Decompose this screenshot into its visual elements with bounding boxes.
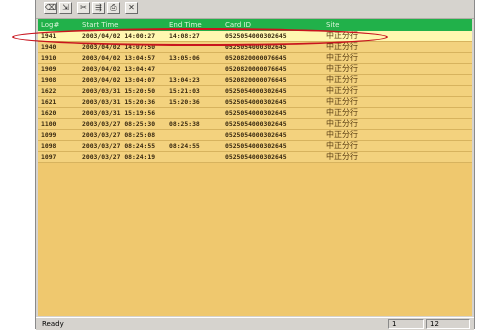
cell-log: 1940 [41, 43, 57, 51]
status-bar: Ready 1 12 [36, 317, 474, 330]
cell-end: 08:25:38 [169, 120, 200, 128]
table-row[interactable]: 1941 2003/04/02 14:00:27 14:08:27 052505400… [38, 31, 472, 42]
cell-log: 1099 [41, 131, 57, 139]
print-icon[interactable]: ⎙ [107, 2, 120, 14]
log-table: Log# Start Time End Time Card ID Site 19… [38, 19, 472, 316]
cell-end: 15:21:03 [169, 87, 200, 95]
cell-end: 15:20:36 [169, 98, 200, 106]
table-row[interactable]: 1098 2003/03/27 08:24:55 08:24:55 052505400… [38, 141, 472, 152]
cell-start: 2003/04/02 13:04:57 [82, 54, 156, 62]
cell-start: 2003/03/31 15:20:50 [82, 87, 156, 95]
table-row[interactable]: 1621 2003/03/31 15:20:36 15:20:36 052505400… [38, 97, 472, 108]
cell-site: 中正分行 [326, 53, 358, 62]
cut-icon[interactable]: ✂ [77, 2, 90, 14]
status-pane-2: 12 [426, 319, 470, 329]
cell-site: 中正分行 [326, 31, 358, 40]
cell-card: 0520820000076645 [225, 76, 287, 84]
cell-site: 中正分行 [326, 42, 358, 51]
cell-site: 中正分行 [326, 64, 358, 73]
cell-start: 2003/04/02 14:07:50 [82, 43, 156, 51]
cell-card: 0525054000302645 [225, 153, 287, 161]
cell-start: 2003/04/02 13:04:47 [82, 65, 156, 73]
status-pane-1: 1 [388, 319, 424, 329]
column-header-end[interactable]: End Time [169, 19, 202, 31]
cell-card: 0525054000302645 [225, 98, 287, 106]
toolbar: ⌫ ⇲ ✂ ⇶ ⎙ ✕ [36, 0, 474, 19]
cell-card: 0520820000076645 [225, 65, 287, 73]
cell-card: 0525054000302645 [225, 120, 287, 128]
table-row[interactable]: 1622 2003/03/31 15:20:50 15:21:03 052505400… [38, 86, 472, 97]
cell-site: 中正分行 [326, 97, 358, 106]
cell-site: 中正分行 [326, 86, 358, 95]
cell-site: 中正分行 [326, 152, 358, 161]
cell-site: 中正分行 [326, 108, 358, 117]
table-row[interactable]: 1099 2003/03/27 08:25:08 0525054000302645 中… [38, 130, 472, 141]
cell-end: 13:05:06 [169, 54, 200, 62]
cell-site: 中正分行 [326, 130, 358, 139]
table-row[interactable]: 1908 2003/04/02 13:04:07 13:04:23 052082000… [38, 75, 472, 86]
cell-start: 2003/04/02 13:04:07 [82, 76, 156, 84]
column-header-site[interactable]: Site [326, 19, 339, 31]
table-row[interactable]: 1620 2003/03/31 15:19:56 0525054000302645 中… [38, 108, 472, 119]
cell-start: 2003/03/27 08:24:55 [82, 142, 156, 150]
cell-card: 0525054000302645 [225, 142, 287, 150]
table-row[interactable]: 1910 2003/04/02 13:04:57 13:05:06 052082000… [38, 53, 472, 64]
cell-end: 08:24:55 [169, 142, 200, 150]
cell-log: 1620 [41, 109, 57, 117]
cell-card: 0520820000076645 [225, 54, 287, 62]
cell-card: 0525054000302645 [225, 131, 287, 139]
cell-log: 1908 [41, 76, 57, 84]
cell-log: 1098 [41, 142, 57, 150]
close-icon[interactable]: ✕ [125, 2, 138, 14]
cell-log: 1100 [41, 120, 57, 128]
status-text: Ready [42, 320, 64, 328]
table-header: Log# Start Time End Time Card ID Site [38, 19, 472, 31]
cell-start: 2003/03/27 08:25:30 [82, 120, 156, 128]
cell-log: 1910 [41, 54, 57, 62]
cell-log: 1909 [41, 65, 57, 73]
cell-card: 0525054000302645 [225, 87, 287, 95]
cell-end: 13:04:23 [169, 76, 200, 84]
cell-end: 14:08:27 [169, 32, 200, 40]
cell-card: 0525054000302645 [225, 43, 287, 51]
cell-log: 1622 [41, 87, 57, 95]
cell-log: 1941 [41, 32, 57, 40]
cell-log: 1097 [41, 153, 57, 161]
jump-icon[interactable]: ⇶ [92, 2, 105, 14]
table-row[interactable]: 1100 2003/03/27 08:25:30 08:25:38 052505400… [38, 119, 472, 130]
table-row[interactable]: 1909 2003/04/02 13:04:47 0520820000076645 中… [38, 64, 472, 75]
cell-log: 1621 [41, 98, 57, 106]
cell-start: 2003/03/27 08:24:19 [82, 153, 156, 161]
export-icon[interactable]: ⇲ [59, 2, 72, 14]
table-row[interactable]: 1940 2003/04/02 14:07:50 0525054000302645 中… [38, 42, 472, 53]
cell-start: 2003/03/31 15:20:36 [82, 98, 156, 106]
cell-site: 中正分行 [326, 141, 358, 150]
column-header-start[interactable]: Start Time [82, 19, 118, 31]
column-header-card[interactable]: Card ID [225, 19, 251, 31]
cell-card: 0525054000302645 [225, 109, 287, 117]
delete-record-icon[interactable]: ⌫ [44, 2, 57, 14]
cell-start: 2003/04/02 14:00:27 [82, 32, 156, 40]
cell-card: 0525054000302645 [225, 32, 287, 40]
cell-start: 2003/03/31 15:19:56 [82, 109, 156, 117]
table-row[interactable]: 1097 2003/03/27 08:24:19 0525054000302645 中… [38, 152, 472, 163]
cell-start: 2003/03/27 08:25:08 [82, 131, 156, 139]
column-header-log[interactable]: Log# [41, 19, 59, 31]
cell-site: 中正分行 [326, 75, 358, 84]
app-window: ⌫ ⇲ ✂ ⇶ ⎙ ✕ Log# Start Time End Time Car… [35, 0, 475, 330]
cell-site: 中正分行 [326, 119, 358, 128]
